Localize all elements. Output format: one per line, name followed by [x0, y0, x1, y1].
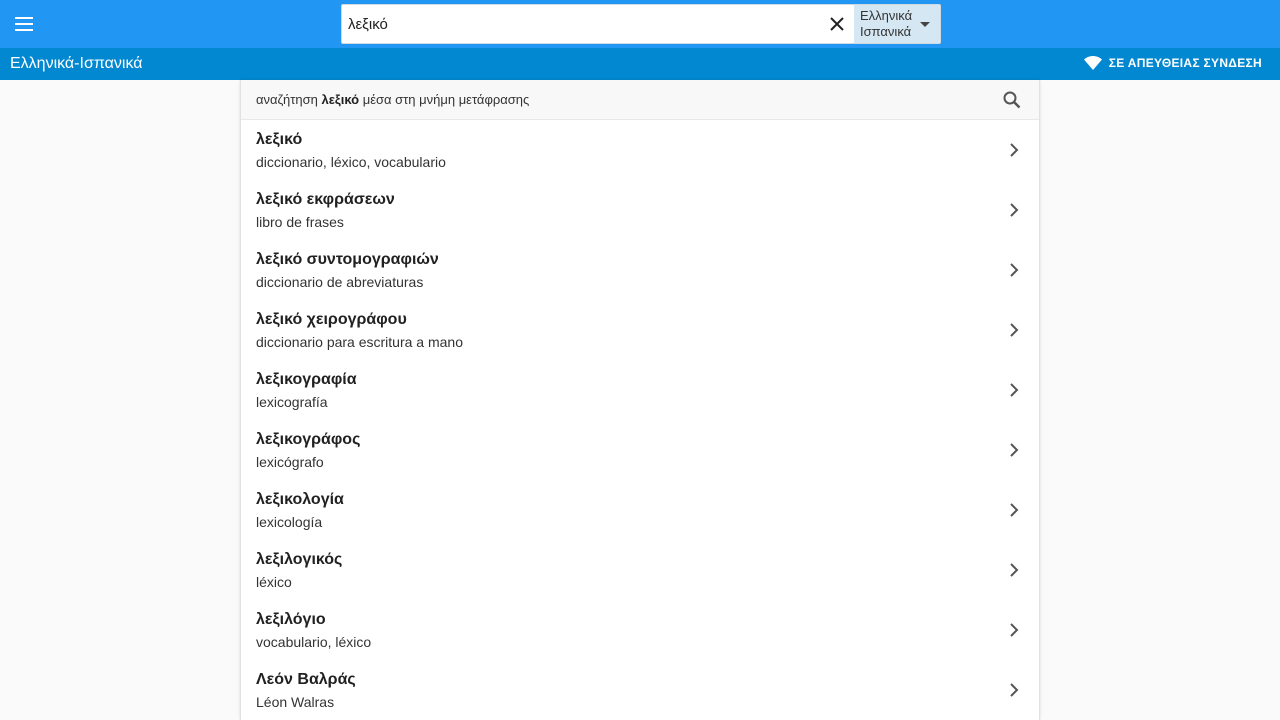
result-translation: Léon Walras	[256, 694, 335, 710]
result-row[interactable]: λεξικογράφος lexicógrafo	[241, 420, 1039, 480]
search-icon	[1003, 91, 1021, 109]
memory-search-prefix: αναζήτηση	[256, 92, 318, 107]
result-headword: λεξιλογικός	[256, 551, 343, 568]
results-list: λεξικό diccionario, léxico, vocabulario λε…	[241, 120, 1039, 720]
hamburger-menu-icon	[15, 17, 33, 31]
chevron-right-icon	[1010, 143, 1019, 157]
top-app-bar: Ελληνικά Ισπανικά	[0, 0, 1280, 48]
online-status-label: ΣΕ ΑΠΕΥΘΕΙΑΣ ΣΥΝΔΕΣΗ	[1108, 56, 1262, 70]
dictionary-title: Ελληνικά-Ισπανικά	[10, 55, 143, 72]
result-headword: λεξικογράφος	[256, 431, 361, 448]
search-input[interactable]	[342, 5, 820, 43]
result-row[interactable]: Λεόν Βαλράς Léon Walras	[241, 660, 1039, 720]
result-headword: λεξικό εκφράσεων	[256, 191, 395, 208]
memory-search-term: λεξικό	[321, 92, 360, 107]
result-translation: diccionario de abreviaturas	[256, 274, 424, 290]
chevron-right-icon	[1010, 323, 1019, 337]
result-translation: lexicografía	[256, 394, 328, 410]
result-row[interactable]: λεξικό εκφράσεων libro de frases	[241, 180, 1039, 240]
language-pair-select[interactable]: Ελληνικά Ισπανικά	[854, 5, 940, 43]
result-row[interactable]: λεξιλογικός léxico	[241, 540, 1039, 600]
result-headword: λεξικό	[256, 131, 303, 148]
results-panel: αναζήτηση λεξικό μέσα στη μνήμη μετάφρασ…	[240, 80, 1040, 720]
result-translation: léxico	[256, 574, 292, 590]
online-status: ΣΕ ΑΠΕΥΘΕΙΑΣ ΣΥΝΔΕΣΗ	[1083, 56, 1262, 70]
result-row[interactable]: λεξιλόγιο vocabulario, léxico	[241, 600, 1039, 660]
dictionary-bar: Ελληνικά-Ισπανικά ΣΕ ΑΠΕΥΘΕΙΑΣ ΣΥΝΔΕΣΗ	[0, 48, 1280, 80]
result-row[interactable]: λεξικό χειρογράφου diccionario para escri…	[241, 300, 1039, 360]
result-row[interactable]: λεξικολογία lexicología	[241, 480, 1039, 540]
memory-search-suffix: μέσα στη μνήμη μετάφρασης	[362, 92, 530, 107]
search-box: Ελληνικά Ισπανικά	[341, 4, 941, 44]
chevron-right-icon	[1010, 683, 1019, 697]
result-translation: lexicógrafo	[256, 454, 324, 470]
chevron-right-icon	[1010, 503, 1019, 517]
language-pair-label: Ελληνικά Ισπανικά	[860, 8, 912, 40]
chevron-right-icon	[1010, 443, 1019, 457]
clear-search-button[interactable]	[820, 5, 854, 43]
result-row[interactable]: λεξικό diccionario, léxico, vocabulario	[241, 120, 1039, 180]
wifi-icon	[1083, 56, 1102, 70]
target-language: Ισπανικά	[860, 24, 912, 39]
chevron-right-icon	[1010, 263, 1019, 277]
result-headword: Λεόν Βαλράς	[256, 671, 356, 688]
caret-down-icon	[920, 22, 930, 27]
chevron-right-icon	[1010, 383, 1019, 397]
source-language: Ελληνικά	[860, 8, 913, 23]
result-headword: λεξικό χειρογράφου	[256, 311, 407, 328]
menu-button[interactable]	[10, 10, 38, 38]
result-translation: libro de frases	[256, 214, 344, 230]
result-translation: diccionario, léxico, vocabulario	[256, 154, 446, 170]
chevron-right-icon	[1010, 623, 1019, 637]
result-headword: λεξικό συντομογραφιών	[256, 251, 439, 268]
close-icon	[830, 17, 844, 31]
result-translation: lexicología	[256, 514, 323, 530]
chevron-right-icon	[1010, 563, 1019, 577]
chevron-right-icon	[1010, 203, 1019, 217]
result-headword: λεξιλόγιο	[256, 611, 326, 628]
result-row[interactable]: λεξικό συντομογραφιών diccionario de abre…	[241, 240, 1039, 300]
result-translation: vocabulario, léxico	[256, 634, 372, 650]
result-row[interactable]: λεξικογραφία lexicografía	[241, 360, 1039, 420]
translation-memory-search[interactable]: αναζήτηση λεξικό μέσα στη μνήμη μετάφρασ…	[241, 80, 1039, 120]
result-headword: λεξικολογία	[256, 491, 344, 508]
result-headword: λεξικογραφία	[256, 371, 357, 388]
result-translation: diccionario para escritura a mano	[256, 334, 463, 350]
